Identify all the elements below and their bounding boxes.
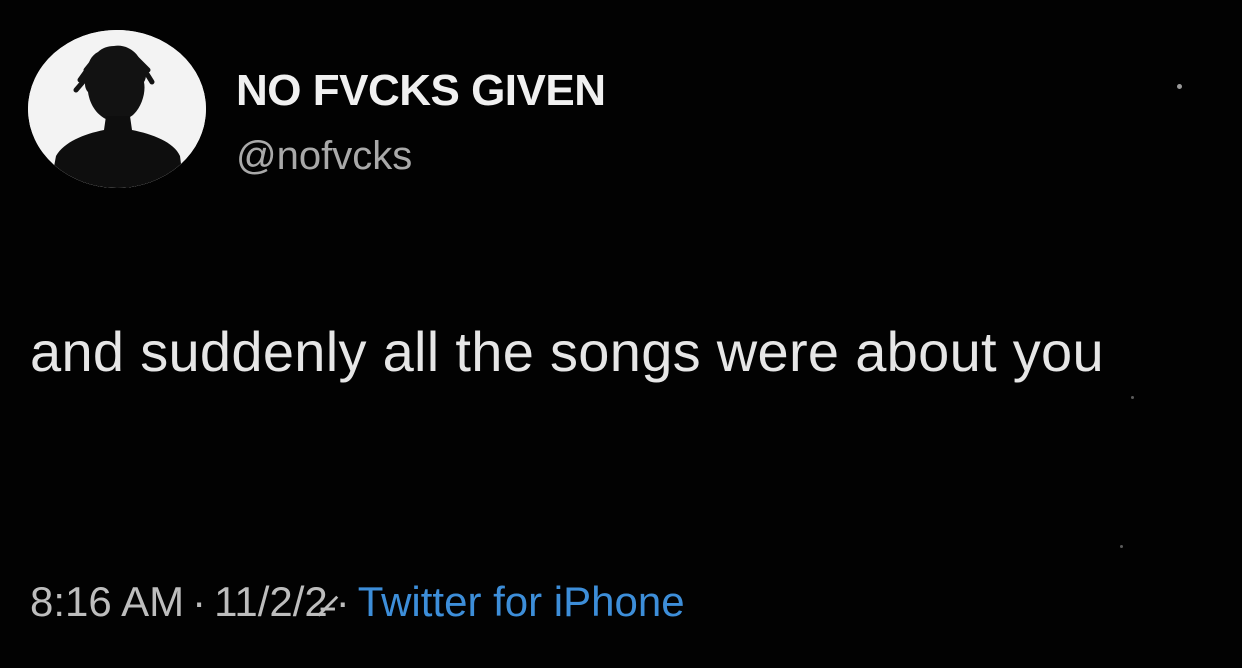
tweet-meta: 8:16 AM · 11/2/2̷̵ · Twitter for iPhone [30,578,685,626]
tweet-time[interactable]: 8:16 AM [30,578,184,625]
tweet-card: NO FVCKS GIVEN @nofvcks and suddenly all… [0,0,1242,668]
more-dot-icon[interactable] [1177,84,1182,89]
noise-speck [1131,396,1134,399]
silhouette-avatar-icon [28,30,206,188]
meta-separator: · [335,578,350,625]
noise-speck [1120,545,1123,548]
avatar[interactable] [28,30,206,188]
tweet-text: and suddenly all the songs were about yo… [30,320,1104,383]
meta-separator: · [192,578,207,625]
user-handle[interactable]: @nofvcks [236,134,412,179]
tweet-source-link[interactable]: Twitter for iPhone [358,578,685,625]
tweet-date[interactable]: 11/2/2̷̵ [214,578,328,625]
display-name[interactable]: NO FVCKS GIVEN [236,66,606,116]
